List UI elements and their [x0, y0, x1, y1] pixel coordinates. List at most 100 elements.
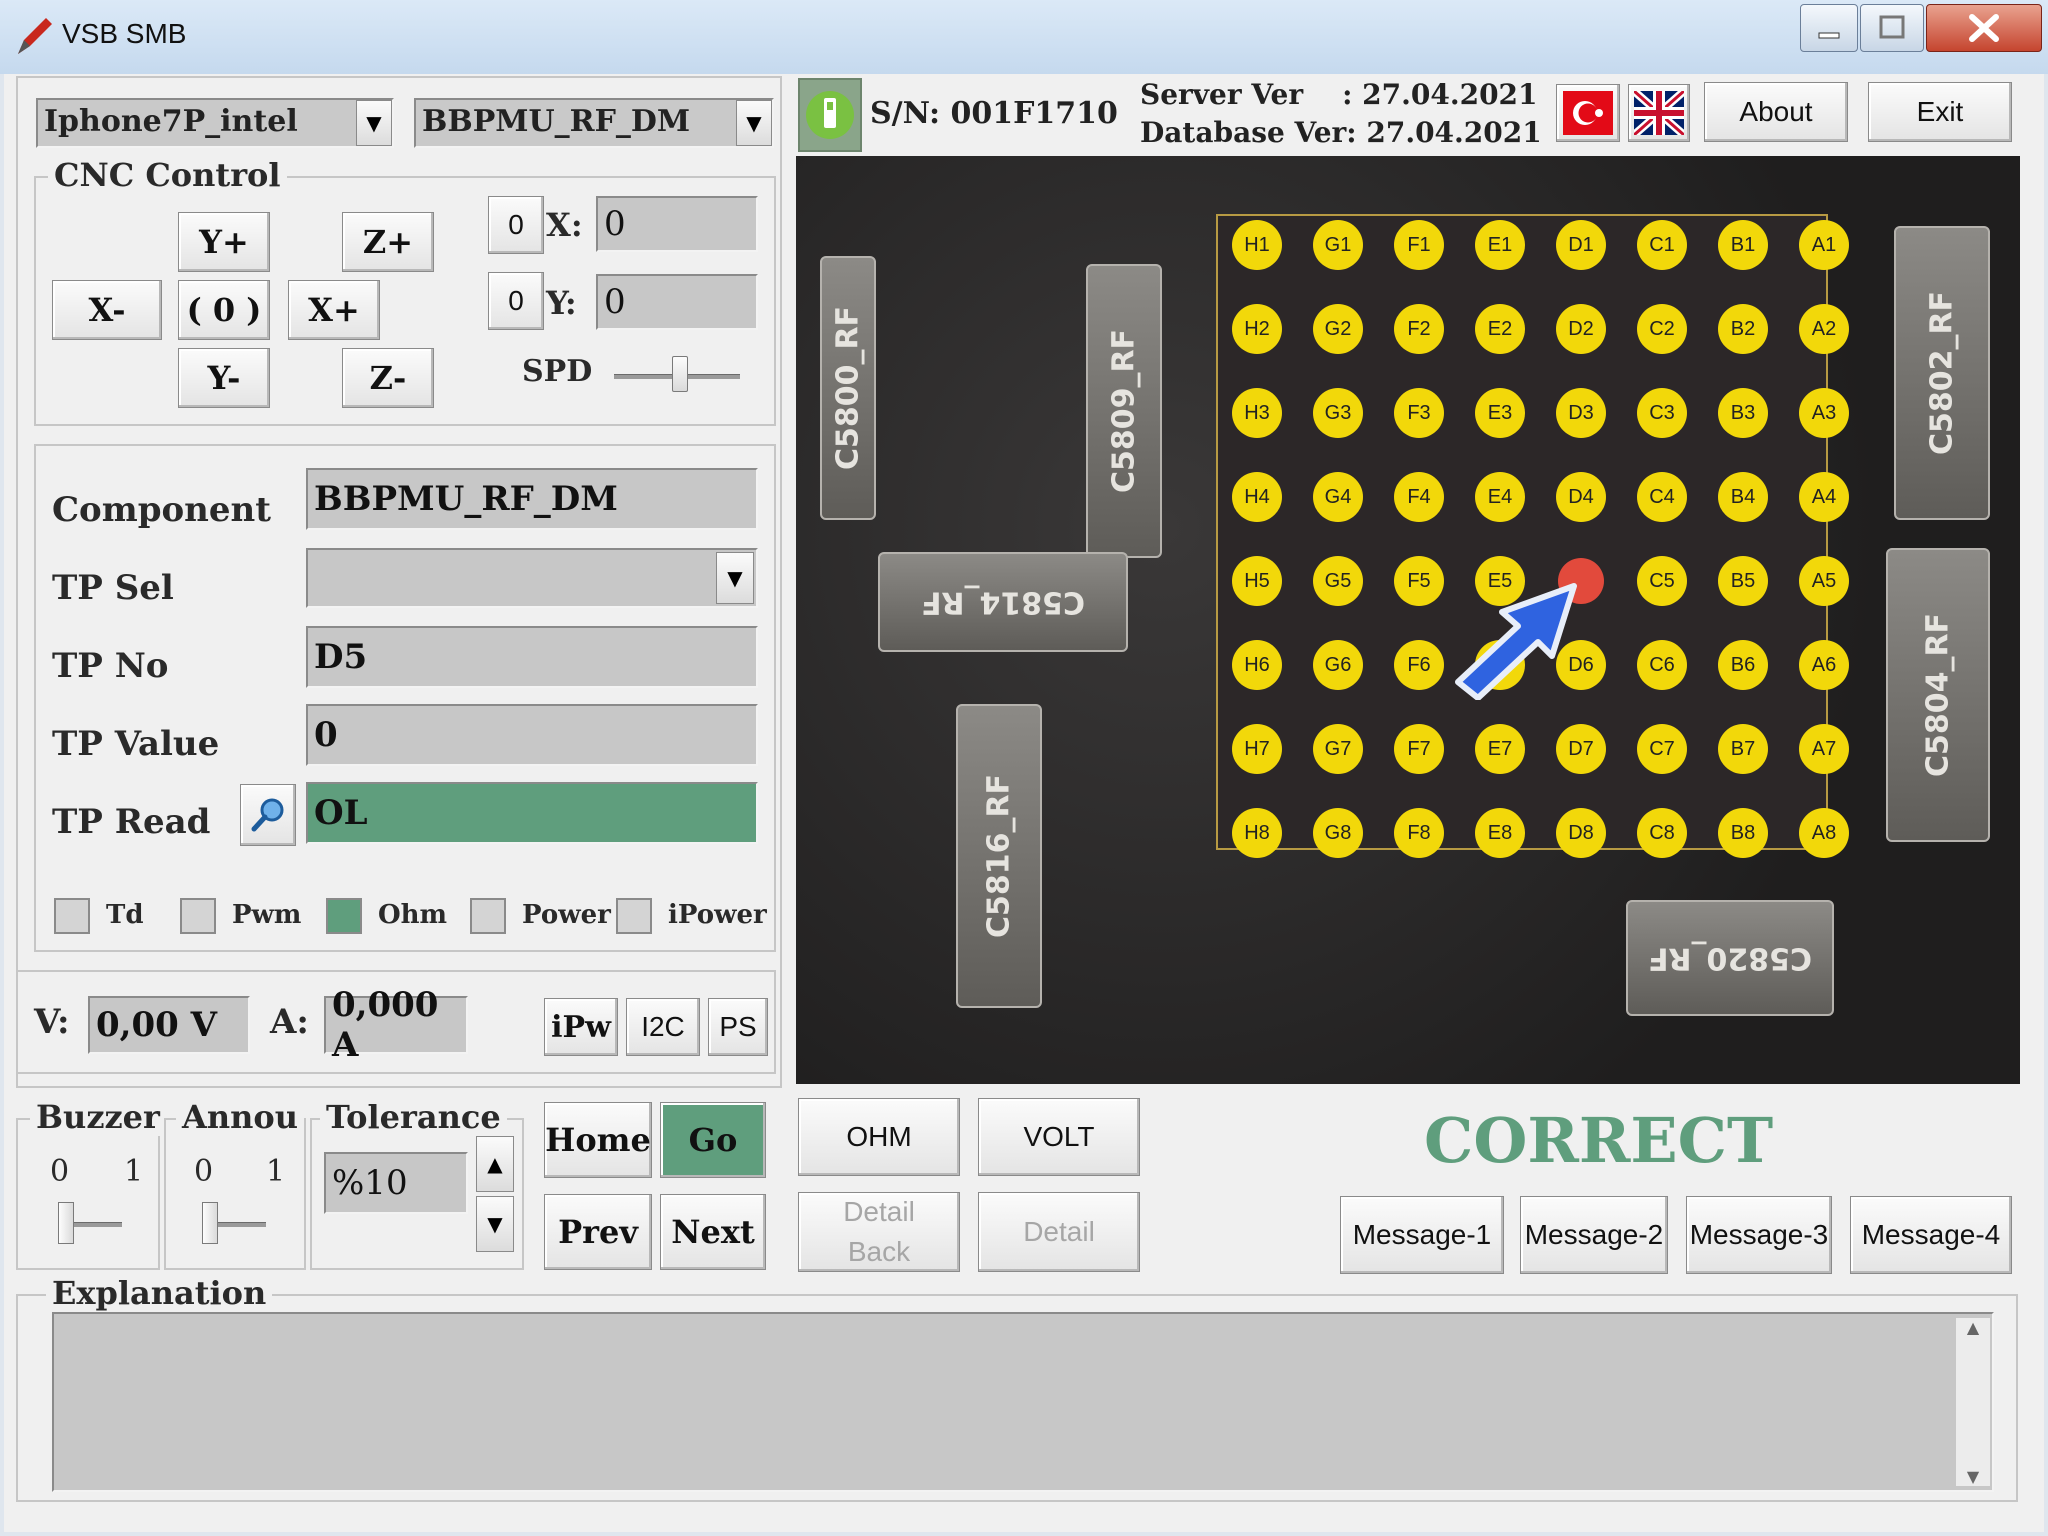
- bga-pad[interactable]: G1: [1313, 220, 1363, 270]
- bga-pad[interactable]: C6: [1637, 640, 1687, 690]
- ipower-checkbox[interactable]: [616, 898, 652, 934]
- scroll-up-icon[interactable]: ▲: [1956, 1318, 1990, 1337]
- tolerance-down-button[interactable]: ▼: [476, 1196, 514, 1252]
- ohm-checkbox[interactable]: [326, 898, 362, 934]
- power-checkbox[interactable]: [470, 898, 506, 934]
- bga-pad[interactable]: F6: [1394, 640, 1444, 690]
- tp-value-field[interactable]: 0: [306, 704, 758, 766]
- bga-pad[interactable]: G4: [1313, 472, 1363, 522]
- bga-pad[interactable]: A5: [1799, 556, 1849, 606]
- bga-pad[interactable]: F7: [1394, 724, 1444, 774]
- bga-pad[interactable]: E4: [1475, 472, 1525, 522]
- bga-pad[interactable]: A4: [1799, 472, 1849, 522]
- component-select[interactable]: BBPMU_RF_DM: [414, 98, 774, 148]
- bga-pad[interactable]: H5: [1232, 556, 1282, 606]
- bga-pad[interactable]: E7: [1475, 724, 1525, 774]
- bga-pad[interactable]: H1: [1232, 220, 1282, 270]
- bga-pad[interactable]: D3: [1556, 388, 1606, 438]
- device-status-box[interactable]: [798, 78, 862, 152]
- y-minus-button[interactable]: Y-: [178, 348, 270, 408]
- z-minus-button[interactable]: Z-: [342, 348, 434, 408]
- bga-pad[interactable]: H3: [1232, 388, 1282, 438]
- bga-pad[interactable]: B8: [1718, 808, 1768, 858]
- bga-pad[interactable]: B5: [1718, 556, 1768, 606]
- bga-pad[interactable]: C4: [1637, 472, 1687, 522]
- home-button[interactable]: Home: [544, 1102, 652, 1178]
- bga-pad[interactable]: G6: [1313, 640, 1363, 690]
- bga-pad[interactable]: E2: [1475, 304, 1525, 354]
- y-plus-button[interactable]: Y+: [178, 212, 270, 272]
- turkish-language-button[interactable]: [1556, 84, 1620, 142]
- bga-pad[interactable]: F4: [1394, 472, 1444, 522]
- x-reset-button[interactable]: 0: [488, 196, 544, 254]
- bga-pad[interactable]: G2: [1313, 304, 1363, 354]
- bga-pad[interactable]: E8: [1475, 808, 1525, 858]
- bga-pad[interactable]: C5: [1637, 556, 1687, 606]
- component-dropdown-button[interactable]: ▼: [736, 100, 772, 146]
- bga-pad[interactable]: D1: [1556, 220, 1606, 270]
- tp-read-search-button[interactable]: [240, 784, 296, 846]
- scroll-down-icon[interactable]: ▼: [1956, 1467, 1990, 1486]
- bga-pad[interactable]: D4: [1556, 472, 1606, 522]
- bga-pad[interactable]: B6: [1718, 640, 1768, 690]
- tp-read-field[interactable]: OL: [306, 782, 758, 844]
- bga-pad[interactable]: E3: [1475, 388, 1525, 438]
- ohm-button[interactable]: OHM: [798, 1098, 960, 1176]
- bga-pad[interactable]: C7: [1637, 724, 1687, 774]
- current-field[interactable]: 0,000 A: [324, 985, 468, 1065]
- bga-pad[interactable]: H7: [1232, 724, 1282, 774]
- bga-pad[interactable]: A1: [1799, 220, 1849, 270]
- bga-pad[interactable]: D7: [1556, 724, 1606, 774]
- ipw-button[interactable]: iPw: [544, 998, 618, 1056]
- bga-pad[interactable]: A2: [1799, 304, 1849, 354]
- english-language-button[interactable]: [1628, 84, 1690, 142]
- message-3-button[interactable]: Message-3: [1686, 1196, 1832, 1274]
- i2c-button[interactable]: I2C: [626, 998, 700, 1056]
- bga-pad[interactable]: B1: [1718, 220, 1768, 270]
- prev-button[interactable]: Prev: [544, 1194, 652, 1270]
- bga-pad[interactable]: F5: [1394, 556, 1444, 606]
- go-button[interactable]: Go: [660, 1102, 766, 1178]
- y-reset-button[interactable]: 0: [488, 272, 544, 330]
- bga-pad[interactable]: F1: [1394, 220, 1444, 270]
- bga-pad[interactable]: D2: [1556, 304, 1606, 354]
- explanation-textarea[interactable]: [52, 1312, 1994, 1492]
- bga-pad[interactable]: G5: [1313, 556, 1363, 606]
- detail-back-button[interactable]: Detail Back: [798, 1192, 960, 1272]
- x-minus-button[interactable]: X-: [52, 280, 162, 340]
- bga-pad[interactable]: C3: [1637, 388, 1687, 438]
- bga-pad[interactable]: A7: [1799, 724, 1849, 774]
- maximize-button[interactable]: [1860, 4, 1924, 52]
- tolerance-up-button[interactable]: ▲: [476, 1136, 514, 1192]
- bga-pad[interactable]: F8: [1394, 808, 1444, 858]
- buzzer-slider-thumb[interactable]: [58, 1202, 74, 1244]
- pcb-board-view[interactable]: C5800_RF C5809_RF C5814_RF C5816_RF C580…: [796, 156, 2020, 1084]
- bga-pad[interactable]: B3: [1718, 388, 1768, 438]
- about-button[interactable]: About: [1704, 82, 1848, 142]
- bga-pad[interactable]: A3: [1799, 388, 1849, 438]
- detail-button[interactable]: Detail: [978, 1192, 1140, 1272]
- pwm-checkbox[interactable]: [180, 898, 216, 934]
- exit-button[interactable]: Exit: [1868, 82, 2012, 142]
- bga-pad[interactable]: G3: [1313, 388, 1363, 438]
- message-2-button[interactable]: Message-2: [1520, 1196, 1668, 1274]
- z-plus-button[interactable]: Z+: [342, 212, 434, 272]
- close-button[interactable]: [1926, 4, 2042, 52]
- td-checkbox[interactable]: [54, 898, 90, 934]
- bga-pad[interactable]: F3: [1394, 388, 1444, 438]
- model-dropdown-button[interactable]: ▼: [356, 100, 392, 146]
- cnc-home-button[interactable]: ( 0 ): [178, 280, 270, 340]
- explanation-scrollbar[interactable]: ▲ ▼: [1956, 1318, 1990, 1486]
- tp-sel-select[interactable]: [306, 548, 758, 608]
- bga-pad[interactable]: D8: [1556, 808, 1606, 858]
- bga-pad[interactable]: H6: [1232, 640, 1282, 690]
- bga-pad[interactable]: H4: [1232, 472, 1282, 522]
- voltage-field[interactable]: 0,00 V: [88, 996, 250, 1054]
- message-1-button[interactable]: Message-1: [1340, 1196, 1504, 1274]
- bga-pad[interactable]: B2: [1718, 304, 1768, 354]
- bga-pad[interactable]: H2: [1232, 304, 1282, 354]
- message-4-button[interactable]: Message-4: [1850, 1196, 2012, 1274]
- x-position-field[interactable]: 0: [596, 196, 758, 252]
- ps-button[interactable]: PS: [708, 998, 768, 1056]
- x-plus-button[interactable]: X+: [288, 280, 380, 340]
